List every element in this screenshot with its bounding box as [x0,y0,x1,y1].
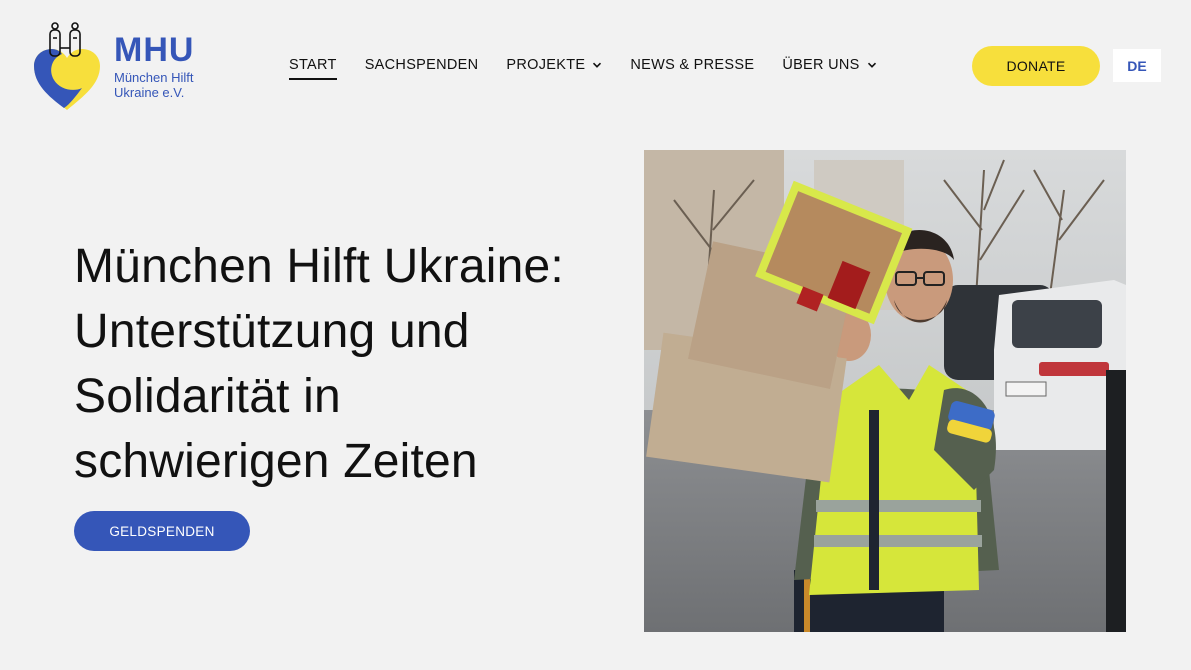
geldspenden-button[interactable]: GELDSPENDEN [74,511,250,551]
hero-title-line: Solidarität in [74,370,341,423]
nav-item-label: START [289,57,337,73]
hero-title-line: schwierigen Zeiten [74,435,478,488]
brand-sub-line1: München Hilft [114,70,194,85]
hero-title: München Hilft Ukraine: Unterstützung und… [74,234,634,494]
hero-title-line: Unterstützung und [74,305,470,358]
heart-church-logo-icon [34,22,100,110]
nav-item-label: ÜBER UNS [782,57,860,73]
brand-logo[interactable]: MHU München Hilft Ukraine e.V. [30,18,210,114]
nav-item-label: NEWS & PRESSE [630,57,755,73]
brand-short-name: MHU [114,31,195,69]
nav-item-label: PROJEKTE [506,57,586,73]
brand-sub-line2: Ukraine e.V. [114,85,185,100]
brand-full-name: München Hilft Ukraine e.V. [114,70,193,100]
hero-image [644,150,1126,632]
volunteer-carrying-boxes-photo-icon [644,150,1126,632]
hero-title-line: München Hilft Ukraine: [74,240,564,293]
chevron-down-icon [593,62,602,68]
nav-item-start[interactable]: START [289,57,337,80]
chevron-down-icon [867,62,876,68]
nav-item-ueber-uns[interactable]: ÜBER UNS [782,57,876,73]
nav-item-projekte[interactable]: PROJEKTE [506,57,602,73]
language-switcher[interactable]: DE [1113,49,1161,82]
nav-item-label: SACHSPENDEN [364,57,479,73]
nav-item-news-presse[interactable]: NEWS & PRESSE [630,57,754,73]
donate-button[interactable]: DONATE [972,46,1100,86]
main-navigation: START SACHSPENDEN PROJEKTE NEWS & PRESSE… [289,57,905,80]
nav-item-sachspenden[interactable]: SACHSPENDEN [365,57,479,73]
